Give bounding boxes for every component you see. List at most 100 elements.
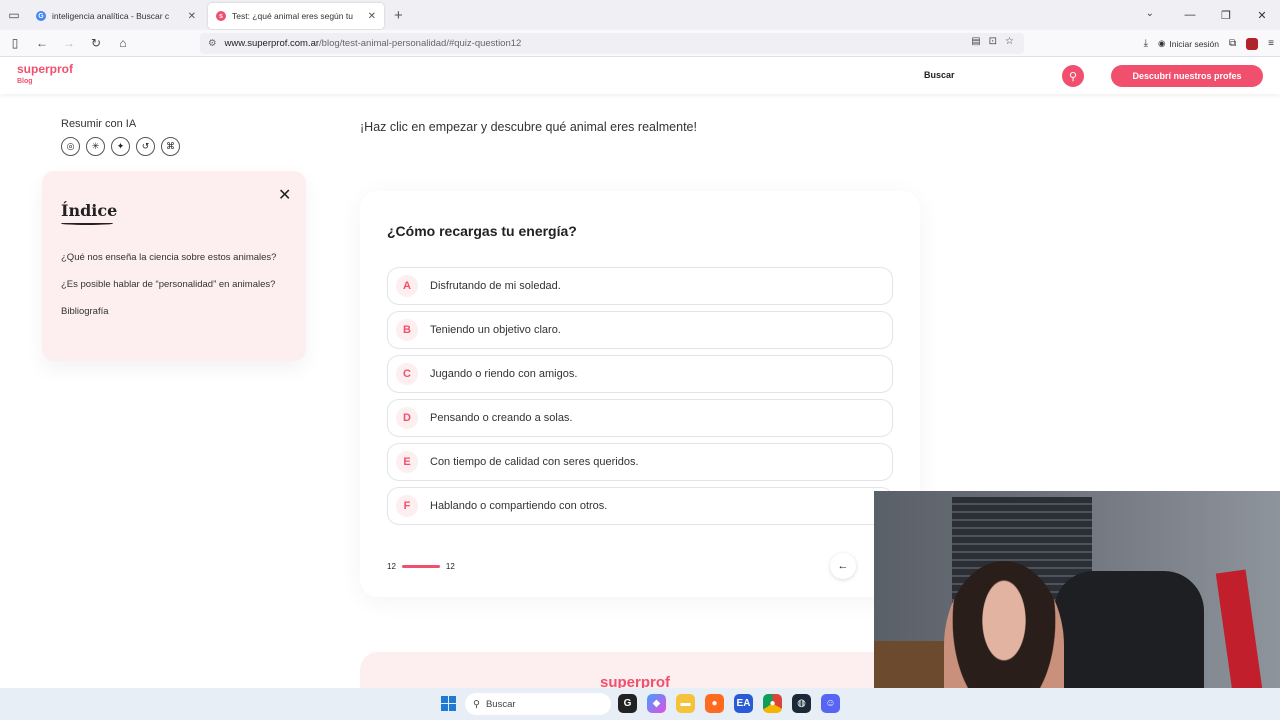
save-page-icon[interactable]: ⊡ (989, 36, 997, 47)
url-actions: ▤ ⊡ ☆ (971, 36, 1014, 47)
download-icon[interactable]: ⤓ (1144, 38, 1148, 49)
option-letter: D (396, 407, 418, 429)
arrow-left-icon: ← (837, 560, 849, 572)
taskbar-search[interactable]: ⚲ Buscar (465, 693, 611, 715)
firefox-icon[interactable]: ● (705, 694, 724, 713)
webcam-overlay (874, 491, 1280, 720)
tab-google-search[interactable]: G inteligencia analítica - Buscar c ✕ (28, 3, 204, 29)
steam-icon[interactable]: ◍ (792, 694, 811, 713)
signin-label: Iniciar sesión (1169, 38, 1220, 49)
progress-current: 12 (387, 562, 396, 571)
windows-taskbar: ⚲ Buscar G ◆ ▬ ● EA ● ◍ ☺ (0, 688, 1280, 720)
quiz-intro-text: ¡Haz clic en empezar y descubre qué anim… (360, 120, 697, 134)
perplexity-icon[interactable]: ↺ (136, 137, 155, 156)
search-icon[interactable]: ⚲ (1062, 65, 1084, 87)
back-icon[interactable]: ← (30, 31, 54, 55)
answer-option-e[interactable]: E Con tiempo de calidad con seres querid… (387, 443, 893, 481)
window-controls: — ❐ ✕ (1172, 0, 1280, 30)
reload-icon[interactable]: ↻ (84, 31, 108, 55)
address-bar[interactable]: ⚙ www.superprof.com.ar /blog/test-animal… (200, 33, 1024, 54)
file-explorer-icon[interactable]: ▬ (676, 694, 695, 713)
table-of-contents: Índice ✕ ¿Qué nos enseña la ciencia sobr… (42, 171, 306, 361)
browser-nav-bar: ▯ ← → ↻ ⌂ ⚙ www.superprof.com.ar /blog/t… (0, 30, 1280, 57)
new-tab-icon[interactable]: + (394, 7, 403, 24)
chrome-icon[interactable]: ● (763, 694, 782, 713)
tab-title: inteligencia analítica - Buscar c (52, 11, 170, 21)
option-letter: A (396, 275, 418, 297)
bookmark-star-icon[interactable]: ☆ (1005, 36, 1014, 47)
url-path: /blog/test-animal-personalidad/#quiz-que… (319, 38, 522, 49)
blog-label: Blog (17, 78, 33, 85)
toc-item[interactable]: ¿Es posible hablar de “personalidad” en … (61, 279, 275, 290)
option-text: Pensando o creando a solas. (430, 412, 573, 424)
answer-option-c[interactable]: C Jugando o riendo con amigos. (387, 355, 893, 393)
tab-superprof-test[interactable]: s Test: ¿qué animal eres según tu ✕ (208, 3, 384, 29)
search-icon: ⚲ (473, 698, 480, 710)
superprof-favicon-icon: s (216, 11, 226, 21)
option-text: Disfrutando de mi soledad. (430, 280, 561, 292)
quiz-question: ¿Cómo recargas tu energía? (387, 223, 577, 239)
discord-icon[interactable]: ☺ (821, 694, 840, 713)
ea-icon[interactable]: EA (734, 694, 753, 713)
summarize-ai-label: Resumir con IA (61, 118, 137, 130)
option-text: Jugando o riendo con amigos. (430, 368, 578, 380)
answer-option-a[interactable]: A Disfrutando de mi soledad. (387, 267, 893, 305)
toc-underline (61, 222, 113, 225)
ublock-extension-icon[interactable] (1246, 37, 1259, 50)
signin-button[interactable]: ◉ Iniciar sesión (1158, 38, 1219, 49)
sidebar-toggle-icon[interactable]: ▯ (3, 31, 27, 55)
option-text: Hablando o compartiendo con otros. (430, 500, 608, 512)
tab-title: Test: ¿qué animal eres según tu (232, 11, 353, 21)
claude-icon[interactable]: ✳ (86, 137, 105, 156)
g-app-icon[interactable]: G (618, 694, 637, 713)
answer-option-b[interactable]: B Teniendo un objetivo claro. (387, 311, 893, 349)
option-letter: E (396, 451, 418, 473)
superprof-logo[interactable]: superprof (17, 62, 73, 76)
account-icon: ◉ (1157, 38, 1166, 48)
close-window-icon[interactable]: ✕ (1244, 9, 1280, 22)
toc-item[interactable]: Bibliografía (61, 306, 109, 317)
taskbar-search-label: Buscar (485, 698, 516, 710)
quiz-progress: 12 12 (387, 562, 455, 571)
progress-total: 12 (445, 562, 455, 571)
google-favicon-icon: G (36, 11, 46, 21)
minimize-icon[interactable]: — (1172, 9, 1208, 21)
url-domain: www.superprof.com.ar (224, 38, 320, 49)
option-text: Teniendo un objetivo claro. (430, 324, 561, 336)
previous-question-button[interactable]: ← (830, 553, 856, 579)
restore-icon[interactable]: ❐ (1208, 9, 1244, 22)
close-icon[interactable]: ✕ (278, 185, 291, 205)
site-header: superprof Blog Buscar ⚲ Descubrí nuestro… (0, 57, 1280, 94)
copilot-icon[interactable]: ◆ (647, 694, 666, 713)
menu-icon[interactable]: ≡ (1268, 38, 1274, 49)
toc-title: Índice (61, 201, 118, 220)
windows-start-icon[interactable] (441, 696, 456, 711)
tab-list-icon[interactable]: ▭ (0, 0, 28, 30)
chatgpt-icon[interactable]: ◎ (61, 137, 80, 156)
site-search-input[interactable]: Buscar (896, 65, 1086, 85)
extensions-icon[interactable]: ⧉ (1229, 38, 1236, 49)
option-letter: B (396, 319, 418, 341)
toolbar-right: ⤓ ◉ Iniciar sesión ⧉ ≡ (1144, 30, 1274, 57)
answer-option-d[interactable]: D Pensando o creando a solas. (387, 399, 893, 437)
chevron-down-icon[interactable]: ⌄ (1146, 8, 1154, 19)
option-letter: C (396, 363, 418, 385)
quiz-card: ¿Cómo recargas tu energía? A Disfrutando… (360, 191, 920, 597)
grok-icon[interactable]: ⌘ (161, 137, 180, 156)
close-icon[interactable]: ✕ (368, 11, 376, 22)
gemini-icon[interactable]: ✦ (111, 137, 130, 156)
option-letter: F (396, 495, 418, 517)
discover-teachers-button[interactable]: Descubrí nuestros profes (1111, 65, 1263, 87)
close-icon[interactable]: ✕ (188, 11, 196, 22)
answer-option-f[interactable]: F Hablando o compartiendo con otros. (387, 487, 893, 525)
browser-tab-bar: ▭ G inteligencia analítica - Buscar c ✕ … (0, 0, 1280, 30)
option-text: Con tiempo de calidad con seres queridos… (430, 456, 639, 468)
taskbar-apps: G ◆ ▬ ● EA ● ◍ ☺ (618, 694, 840, 713)
ai-summary-buttons: ◎ ✳ ✦ ↺ ⌘ (61, 137, 180, 156)
home-icon[interactable]: ⌂ (111, 31, 135, 55)
forward-icon[interactable]: → (57, 31, 81, 55)
site-info-icon[interactable]: ⚙ (208, 38, 217, 49)
toc-item[interactable]: ¿Qué nos enseña la ciencia sobre estos a… (61, 252, 276, 263)
progress-bar (401, 565, 440, 568)
reader-view-icon[interactable]: ▤ (971, 36, 980, 47)
